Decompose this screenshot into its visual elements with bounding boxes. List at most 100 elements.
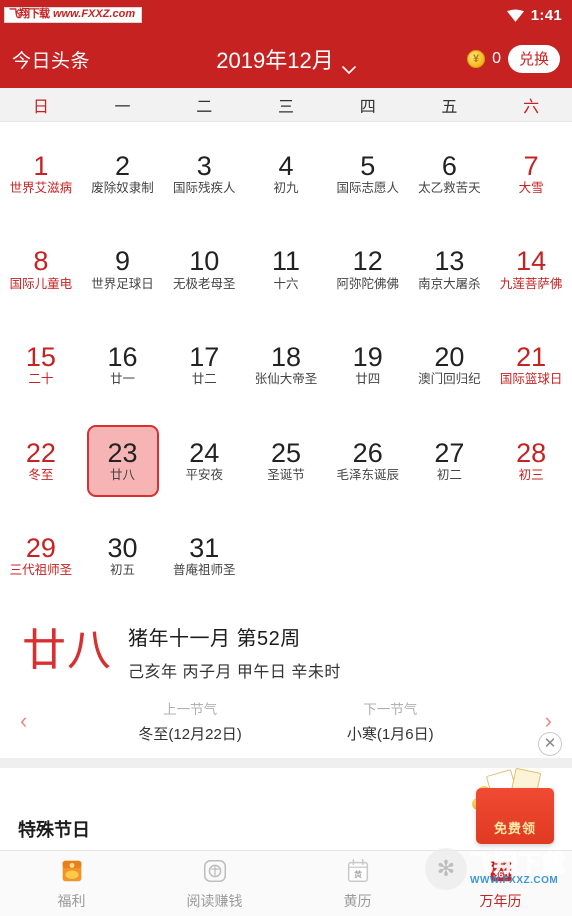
prev-solar-term[interactable]: 上一节气 冬至(12月22日) [138, 698, 241, 744]
solar-terms-row: ‹ 上一节气 冬至(12月22日) 下一节气 小寒(1月6日) › [0, 682, 572, 744]
calendar-day-cell[interactable]: 30 初五 [82, 508, 164, 604]
redeem-button[interactable]: 兑换 [507, 45, 560, 73]
calendar-day-cell[interactable]: 5 国际志愿人 [327, 126, 409, 222]
calendar-cell-inner: 14 九莲菩萨佛 [495, 233, 567, 305]
day-lunar-label: 国际残疾人 [173, 181, 236, 196]
calendar-cell-inner: 29 三代祖师圣 [5, 520, 77, 592]
day-lunar-label: 太乙救苦天 [418, 181, 481, 196]
read-earn-icon [200, 856, 230, 886]
day-lunar-label: 张仙大帝圣 [254, 372, 318, 387]
day-lunar-label: 圣诞节 [267, 467, 305, 482]
chevron-left-icon[interactable]: ‹ [14, 710, 33, 732]
calendar-day-cell[interactable]: 9 世界足球日 [82, 222, 164, 318]
calendar-day-cell[interactable]: 15 二十 [0, 317, 82, 413]
calendar-day-cell[interactable]: 20 澳门回归纪 [409, 317, 491, 413]
calendar-day-cell[interactable]: 4 初九 [245, 126, 327, 222]
almanac-icon: 黄 [343, 856, 373, 886]
nav-item-label: 黄历 [343, 893, 372, 909]
calendar-cell-inner: 1 世界艾滋病 [5, 138, 77, 210]
calendar-day-cell[interactable]: 25 圣诞节 [245, 413, 327, 509]
calendar-cell-inner: 26 毛泽东诞辰 [332, 425, 404, 497]
day-lunar-label: 废除奴隶制 [91, 181, 154, 196]
calendar-cell-inner: 20 澳门回归纪 [413, 329, 485, 401]
day-number: 6 [441, 150, 457, 181]
calendar-day-cell[interactable]: 21 国际篮球日 [490, 317, 572, 413]
calendar-cell-inner: 10 无极老母圣 [168, 233, 240, 305]
calendar-cell-inner [250, 520, 322, 592]
calendar-day-cell[interactable]: 17 廿二 [163, 317, 245, 413]
calendar-day-cell[interactable]: 7 大雪 [490, 126, 572, 222]
lunar-year-week-label: 猪年十一月 第52周 [128, 628, 301, 650]
wifi-icon [506, 8, 524, 22]
calendar-day-cell[interactable]: 26 毛泽东诞辰 [327, 413, 409, 509]
calendar-day-cell[interactable]: 28 初三 [490, 413, 572, 509]
calendar-day-cell[interactable]: 22 冬至 [0, 413, 82, 509]
floating-ad-banner[interactable]: ✕ 免费领 [472, 732, 562, 844]
calendar-day-cell[interactable]: 19 廿四 [327, 317, 409, 413]
day-number: 7 [523, 150, 539, 181]
day-number: 30 [107, 533, 138, 564]
header-right-group: ¥ 0 兑换 [467, 45, 560, 73]
calendar-day-cell[interactable]: 6 太乙救苦天 [409, 126, 491, 222]
calendar-cell-inner [495, 520, 567, 592]
corner-watermark-url: WWW.FXXZ.COM [470, 875, 559, 886]
calendar-day-cell[interactable]: 16 廿一 [82, 317, 164, 413]
calendar-day-cell[interactable]: 12 阿弥陀佛佛 [327, 222, 409, 318]
day-number: 1 [33, 150, 49, 181]
next-solar-term[interactable]: 下一节气 小寒(1月6日) [347, 698, 434, 744]
calendar-day-cell[interactable]: 10 无极老母圣 [163, 222, 245, 318]
calendar-cell-inner: 27 初二 [413, 425, 485, 497]
day-lunar-label: 三代祖师圣 [9, 563, 73, 578]
status-bar: 飞翔下载 www.FXXZ.com 1:41 [0, 0, 572, 30]
status-right-group: 1:41 [506, 6, 562, 24]
day-lunar-label: 国际篮球日 [499, 372, 563, 387]
calendar-day-cell[interactable]: 29 三代祖师圣 [0, 508, 82, 604]
calendar-day-cell[interactable]: 1 世界艾滋病 [0, 126, 82, 222]
calendar-day-cell[interactable]: 23 廿八 [82, 413, 164, 509]
calendar-day-cell[interactable]: 11 十六 [245, 222, 327, 318]
nav-item-label: 阅读赚钱 [186, 893, 243, 909]
calendar-day-cell[interactable]: 18 张仙大帝圣 [245, 317, 327, 413]
corner-watermark-text: 飞翔下载 WWW.FXXZ.COM [470, 850, 566, 886]
day-lunar-label: 阿弥陀佛佛 [336, 276, 399, 291]
nav-item-2[interactable]: 黄黄历 [286, 856, 429, 911]
feather-logo-icon: ✻ [425, 848, 467, 890]
status-clock: 1:41 [530, 6, 562, 24]
day-number: 31 [189, 533, 220, 564]
day-lunar-label: 国际儿童电 [9, 276, 73, 291]
day-lunar-label: 普庵祖师圣 [173, 563, 236, 578]
big-lunar-date: 廿八 [22, 626, 112, 675]
calendar-day-cell[interactable]: 3 国际残疾人 [163, 126, 245, 222]
day-lunar-label: 九莲菩萨佛 [499, 276, 563, 291]
month-selector[interactable]: 2019年12月 [176, 43, 396, 75]
chevron-right-icon[interactable]: › [539, 710, 558, 732]
calendar-cell-inner: 8 国际儿童电 [5, 233, 77, 305]
day-number: 29 [25, 533, 56, 564]
day-number: 10 [189, 246, 220, 277]
detail-text-group: 猪年十一月 第52周 己亥年 丙子月 甲午日 辛未时 [128, 620, 341, 682]
nav-item-0[interactable]: 福利 [0, 856, 143, 911]
day-lunar-label: 廿一 [110, 372, 136, 387]
corner-watermark-cn: 飞翔下载 [470, 850, 566, 876]
day-number: 15 [25, 341, 56, 372]
day-lunar-label: 平安夜 [185, 467, 224, 482]
calendar-day-cell[interactable]: 31 普庵祖师圣 [163, 508, 245, 604]
red-envelope-icon: 免费领 [476, 788, 554, 844]
calendar-day-cell[interactable]: 24 平安夜 [163, 413, 245, 509]
weekday-label-4: 四 [359, 98, 376, 116]
calendar-cell-inner: 24 平安夜 [168, 425, 240, 497]
day-number: 21 [516, 341, 547, 372]
calendar-day-cell[interactable]: 13 南京大屠杀 [409, 222, 491, 318]
calendar-day-cell[interactable]: 8 国际儿童电 [0, 222, 82, 318]
day-number: 25 [270, 437, 301, 468]
day-number: 20 [434, 341, 465, 372]
calendar-cell-empty [245, 508, 327, 604]
month-title-label: 2019年12月 [216, 48, 334, 73]
day-lunar-label: 初二 [436, 467, 462, 482]
close-icon[interactable]: ✕ [538, 732, 562, 756]
calendar-day-cell[interactable]: 2 废除奴隶制 [82, 126, 164, 222]
detail-top-row: 廿八 猪年十一月 第52周 己亥年 丙子月 甲午日 辛未时 [0, 620, 572, 682]
calendar-day-cell[interactable]: 14 九莲菩萨佛 [490, 222, 572, 318]
calendar-day-cell[interactable]: 27 初二 [409, 413, 491, 509]
nav-item-1[interactable]: 阅读赚钱 [143, 856, 286, 911]
